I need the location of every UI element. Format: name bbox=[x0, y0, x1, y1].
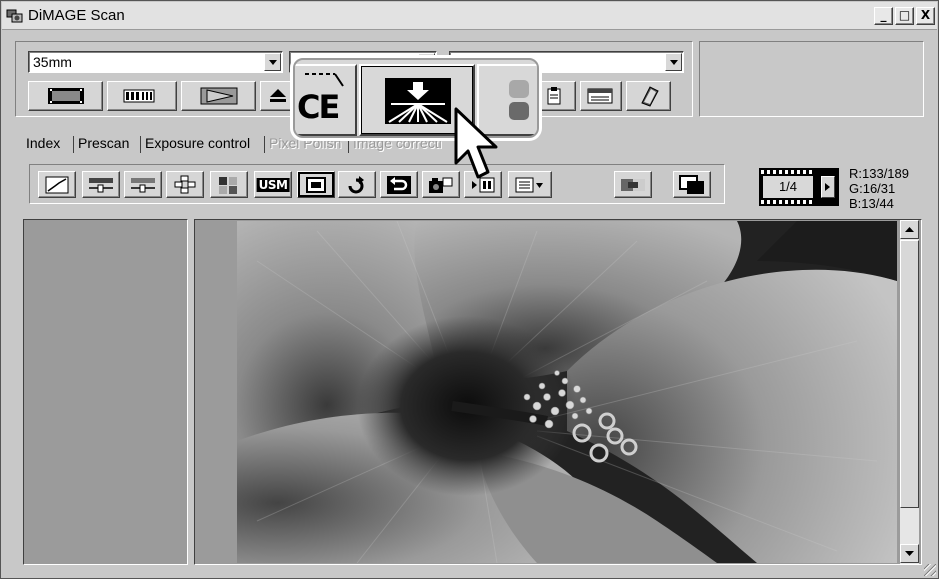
curves-tool-button[interactable] bbox=[38, 171, 76, 198]
chevron-down-icon[interactable] bbox=[264, 53, 281, 71]
scroll-down-button[interactable] bbox=[900, 544, 919, 563]
play-icon bbox=[200, 87, 237, 105]
ce-label: CE bbox=[297, 88, 340, 126]
color-balance-icon bbox=[131, 177, 155, 192]
eject-icon bbox=[269, 89, 286, 102]
chevron-up-icon bbox=[905, 227, 914, 232]
preferences-button[interactable] bbox=[580, 81, 622, 111]
frame-counter: 1/4 bbox=[759, 168, 817, 206]
tab-divider bbox=[264, 136, 265, 153]
film-format-select[interactable]: 35mm bbox=[28, 51, 283, 73]
eject-button[interactable] bbox=[260, 81, 295, 111]
resize-grip[interactable] bbox=[924, 564, 936, 576]
chevron-down-icon bbox=[905, 551, 914, 556]
help-book-icon bbox=[640, 86, 659, 107]
maximize-button[interactable]: □ bbox=[895, 7, 914, 25]
redo-tool-button[interactable] bbox=[338, 171, 376, 198]
curves-icon bbox=[45, 176, 69, 193]
brightness-contrast-tool-button[interactable] bbox=[82, 171, 120, 198]
rgb-readout: R:133/189 G:16/31 B:13/44 bbox=[849, 166, 909, 211]
preview-scrollbar[interactable] bbox=[900, 220, 919, 564]
tab-prescan[interactable]: Prescan bbox=[78, 133, 129, 155]
index-scan-icon bbox=[47, 88, 84, 104]
scroll-up-button[interactable] bbox=[900, 220, 919, 239]
tab-divider bbox=[348, 136, 349, 153]
hue-saturation-icon bbox=[219, 176, 237, 194]
window-overlap-icon bbox=[679, 174, 704, 194]
hue-saturation-tool-button[interactable] bbox=[210, 171, 248, 198]
variations-icon bbox=[174, 175, 196, 193]
prescan-image bbox=[237, 221, 897, 563]
tab-index[interactable]: Index bbox=[26, 133, 60, 155]
window-title: DiMAGE Scan bbox=[28, 7, 125, 24]
full-screen-tool-button[interactable] bbox=[673, 171, 711, 198]
display-options-tool-button[interactable] bbox=[508, 171, 552, 198]
frame-select-icon bbox=[306, 176, 326, 193]
unsharp-mask-tool-button[interactable]: USM bbox=[254, 171, 292, 198]
dimage-scan-window: DiMAGE Scan _ □ X 35mm e bbox=[0, 0, 939, 579]
chevron-down-icon[interactable] bbox=[665, 53, 682, 71]
film-format-value: 35mm bbox=[33, 54, 72, 70]
next-frame-button[interactable] bbox=[821, 176, 835, 198]
blue-value: B:13/44 bbox=[849, 196, 894, 211]
frame-number: 1/4 bbox=[763, 176, 813, 198]
apply-to-image-tool-button[interactable] bbox=[297, 171, 335, 198]
job-icon bbox=[547, 87, 561, 105]
color-matching-icon bbox=[621, 178, 645, 191]
scan-light-icon bbox=[385, 78, 451, 124]
prescan-button[interactable] bbox=[107, 81, 177, 111]
color-chip-icon bbox=[509, 80, 529, 120]
color-matching-tool-button[interactable] bbox=[614, 171, 652, 198]
tab-divider bbox=[73, 136, 74, 153]
job-button[interactable] bbox=[536, 81, 576, 111]
thumbnail-panel bbox=[23, 219, 188, 565]
brightness-contrast-icon bbox=[89, 177, 113, 192]
auto-exposure-button-zoomed[interactable]: CE bbox=[295, 64, 357, 136]
hibiscus-flower-image bbox=[237, 221, 897, 563]
scan-button[interactable] bbox=[181, 81, 256, 111]
tab-divider bbox=[140, 136, 141, 153]
preferences-icon bbox=[587, 88, 613, 104]
index-scan-button[interactable] bbox=[28, 81, 103, 111]
usm-icon: USM bbox=[256, 177, 290, 192]
close-button[interactable]: X bbox=[916, 7, 935, 25]
scrollbar-thumb[interactable] bbox=[900, 240, 919, 508]
variations-tool-button[interactable] bbox=[166, 171, 204, 198]
mouse-pointer-icon bbox=[454, 107, 498, 179]
prescan-icon bbox=[123, 89, 155, 103]
title-bar[interactable]: DiMAGE Scan _ □ X bbox=[2, 2, 937, 30]
undo-tool-button[interactable] bbox=[380, 171, 418, 198]
undo-icon bbox=[387, 175, 411, 194]
tab-exposure-control[interactable]: Exposure control bbox=[145, 133, 250, 155]
app-icon bbox=[6, 9, 23, 23]
red-value: R:133/189 bbox=[849, 166, 909, 181]
eject-icon bbox=[305, 73, 344, 87]
help-button[interactable] bbox=[626, 81, 671, 111]
color-balance-tool-button[interactable] bbox=[124, 171, 162, 198]
display-options-icon bbox=[515, 177, 543, 192]
minimize-button[interactable]: _ bbox=[874, 7, 893, 25]
green-value: G:16/31 bbox=[849, 181, 896, 196]
info-box bbox=[699, 41, 924, 117]
redo-icon bbox=[348, 175, 364, 193]
